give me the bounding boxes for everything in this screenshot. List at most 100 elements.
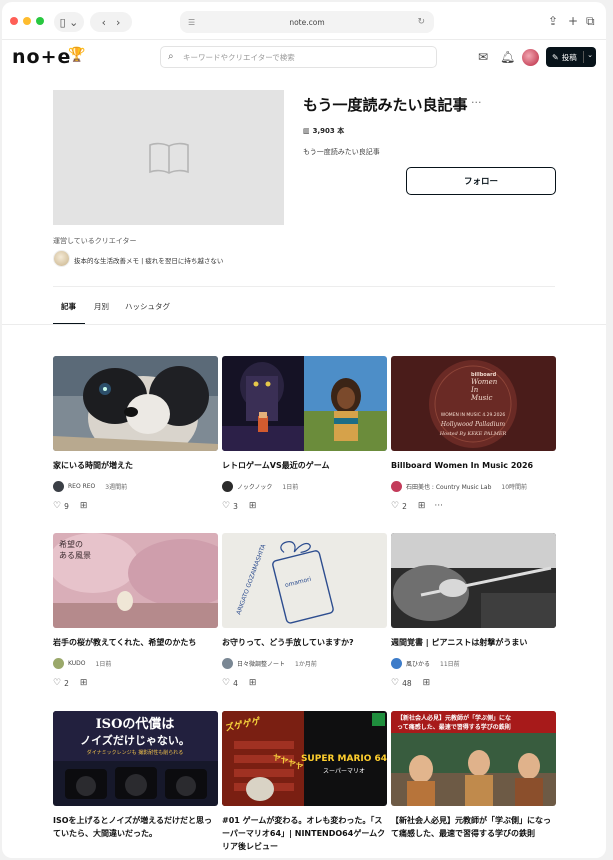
publish-date: 11日前 — [440, 661, 460, 668]
publish-date: 1か月前 — [295, 661, 317, 668]
search-input[interactable]: ⌕ キーワードやクリエイターで検索 — [160, 46, 437, 68]
tab-hashtags[interactable]: ハッシュタグ — [125, 301, 170, 312]
article-card[interactable]: 家にいる時間が増えた REO REO 3週間前 ♡ 9 ⊞ — [53, 356, 218, 511]
author-name[interactable]: 石田美也 : Country Music Lab — [406, 482, 491, 491]
article-meta: 日々微調整ノート 1か月前 — [222, 658, 387, 669]
article-meta: REO REO 3週間前 — [53, 481, 218, 492]
like-icon[interactable]: ♡ — [53, 501, 61, 511]
article-card[interactable]: 【新社会人必見】元教師が「学ぶ側」にな って痛感した、最速で習得する学びの鉄則 … — [391, 711, 556, 840]
sidebar-icon: ▯ ⌄ — [59, 15, 79, 29]
article-title[interactable]: 家にいる時間が増えた — [53, 459, 218, 472]
author-name[interactable]: 日々微調整ノート — [237, 659, 285, 668]
like-icon[interactable]: ♡ — [222, 501, 230, 511]
article-thumbnail[interactable]: ISOの代償は ノイズだけじゃない。 ダイナミックレンジも 撮影耐性も削られる — [53, 711, 218, 806]
like-icon[interactable]: ♡ — [53, 678, 61, 688]
add-to-magazine-icon[interactable]: ⊞ — [249, 678, 257, 688]
article-thumbnail[interactable]: 希望の ある風景 — [53, 533, 218, 628]
author-name[interactable]: KUDO — [68, 660, 86, 667]
zoom-window-button[interactable] — [36, 17, 44, 25]
site-header: no+e 🏆 ⌕ キーワードやクリエイターで検索 ✉ 🔔︎ ✎ 投稿 ⌄ — [2, 40, 606, 76]
follow-button[interactable]: フォロー — [406, 167, 556, 195]
article-thumbnail[interactable] — [222, 356, 387, 451]
article-title[interactable]: #01 ゲームが変わる。オレも変わった。「スーパーマリオ64」| NINTEND… — [222, 814, 387, 853]
tab-monthly[interactable]: 月別 — [94, 301, 109, 312]
article-thumbnail[interactable]: billboard Women In Music WOMEN IN MUSIC … — [391, 356, 556, 451]
trophy-icon[interactable]: 🏆 — [68, 47, 85, 63]
article-card[interactable]: ISOの代償は ノイズだけじゃない。 ダイナミックレンジも 撮影耐性も削られる … — [53, 711, 218, 840]
new-tab-icon[interactable]: + — [568, 14, 578, 28]
article-card[interactable]: レトロゲームVS最近のゲームノックノック 1日前 ♡ 3 ⊞ — [222, 356, 387, 511]
author-name[interactable]: 風ひかる — [406, 659, 430, 668]
author-name[interactable]: ノックノック — [237, 482, 272, 491]
thumb-line4-text: スーパーマリオ — [323, 768, 365, 775]
article-thumbnail[interactable] — [53, 356, 218, 451]
user-avatar[interactable] — [522, 49, 539, 66]
minimize-window-button[interactable] — [23, 17, 31, 25]
more-options-icon[interactable]: ··· — [471, 96, 482, 109]
article-title[interactable]: ISOを上げるとノイズが増えるだけだと思っていたら、大間違いだった。 — [53, 814, 218, 840]
like-icon[interactable]: ♡ — [391, 501, 399, 511]
author-avatar[interactable] — [391, 658, 402, 669]
article-title[interactable]: お守りって、どう手放していますか? — [222, 636, 387, 649]
magazine-tabs: 記事 月別 ハッシュタグ — [53, 286, 555, 325]
back-icon[interactable]: ‹ — [102, 16, 106, 29]
article-thumbnail[interactable]: 【新社会人必見】元教師が「学ぶ側」にな って痛感した、最速で習得する学びの鉄則 — [391, 711, 556, 806]
article-card[interactable]: 希望の ある風景 岩手の桜が教えてくれた、希望のかたち KUDO 1日前 ♡ 2 ⊞ — [53, 533, 218, 688]
article-card[interactable]: ズゲゲゲ ヤヤヤヤ SUPER MARIO 64 スーパーマリオ #01 ゲーム… — [222, 711, 387, 853]
add-to-magazine-icon[interactable]: ⊞ — [423, 678, 431, 688]
article-thumbnail[interactable] — [391, 533, 556, 628]
creator-name-link[interactable]: 抜本的な生活改善メモ | 疲れを翌日に持ち越さない — [74, 255, 223, 265]
like-icon[interactable]: ♡ — [222, 678, 230, 688]
author-avatar[interactable] — [222, 481, 233, 492]
article-title[interactable]: Billboard Women In Music 2026 — [391, 459, 556, 472]
reload-icon[interactable]: ↻ — [417, 17, 425, 27]
creator-avatar[interactable] — [53, 250, 70, 267]
article-card[interactable]: omamori ARIGATO GOZAIMASHITA お守りって、どう手放し… — [222, 533, 387, 688]
article-thumbnail[interactable]: omamori ARIGATO GOZAIMASHITA — [222, 533, 387, 628]
add-to-magazine-icon[interactable]: ⊞ — [80, 678, 88, 688]
author-name[interactable]: REO REO — [68, 483, 95, 490]
address-bar[interactable]: ☰ note.com ↻ — [180, 11, 434, 33]
article-title[interactable]: レトロゲームVS最近のゲーム — [222, 459, 387, 472]
author-avatar[interactable] — [391, 481, 402, 492]
more-options-icon[interactable]: ··· — [434, 501, 443, 511]
thumb-line1-text: 希望の — [59, 539, 83, 549]
sidebar-toggle-button[interactable]: ▯ ⌄ — [54, 12, 84, 32]
article-title[interactable]: 岩手の桜が教えてくれた、希望のかたち — [53, 636, 218, 649]
close-window-button[interactable] — [10, 17, 18, 25]
article-card[interactable]: billboard Women In Music WOMEN IN MUSIC … — [391, 356, 556, 511]
thumb-line3-text: Music — [470, 394, 493, 402]
note-logo[interactable]: no+e — [12, 46, 71, 68]
publish-date: 1日前 — [95, 661, 112, 668]
article-title[interactable]: 週間覚書 | ピアニストは射撃がうまい — [391, 636, 556, 649]
like-count: 2 — [64, 678, 69, 688]
article-title[interactable]: 【新社会人必見】元教師が「学ぶ側」になって痛感した、最速で習得する学びの鉄則 — [391, 814, 556, 840]
thumb-line1-text: ISOの代償は — [96, 716, 175, 732]
bell-icon[interactable]: 🔔︎ — [500, 50, 515, 64]
share-icon[interactable]: ⇪ — [548, 14, 558, 28]
page-menu-icon[interactable]: ☰ — [188, 18, 195, 27]
tab-overview-icon[interactable]: ⧉ — [586, 14, 595, 29]
thumb-line3-text: SUPER MARIO 64 — [301, 754, 387, 764]
add-to-magazine-icon[interactable]: ⊞ — [249, 501, 257, 511]
thumb-line2-text: ある風景 — [59, 551, 91, 560]
article-card[interactable]: 週間覚書 | ピアニストは射撃がうまい風ひかる 11日前 ♡ 48 ⊞ — [391, 533, 556, 688]
author-avatar[interactable] — [222, 658, 233, 669]
post-button[interactable]: ✎ 投稿 ⌄ — [546, 47, 596, 67]
chevron-down-icon[interactable]: ⌄ — [587, 51, 593, 59]
tab-articles[interactable]: 記事 — [61, 301, 76, 312]
add-to-magazine-icon[interactable]: ⊞ — [418, 501, 426, 511]
like-count: 2 — [402, 501, 407, 511]
mail-icon[interactable]: ✉ — [478, 50, 488, 64]
article-actions: ♡ 3 ⊞ — [222, 501, 387, 511]
author-avatar[interactable] — [53, 658, 64, 669]
article-thumbnail[interactable]: ズゲゲゲ ヤヤヤヤ SUPER MARIO 64 スーパーマリオ — [222, 711, 387, 806]
author-avatar[interactable] — [53, 481, 64, 492]
forward-icon[interactable]: › — [116, 16, 120, 29]
publish-date: 1日前 — [282, 484, 299, 491]
thumb-line6-text: Hosted By KEKE PALMER — [439, 431, 507, 437]
add-to-magazine-icon[interactable]: ⊞ — [80, 501, 88, 511]
like-icon[interactable]: ♡ — [391, 678, 399, 688]
like-count: 48 — [402, 678, 412, 688]
article-actions: ♡ 4 ⊞ — [222, 678, 387, 688]
